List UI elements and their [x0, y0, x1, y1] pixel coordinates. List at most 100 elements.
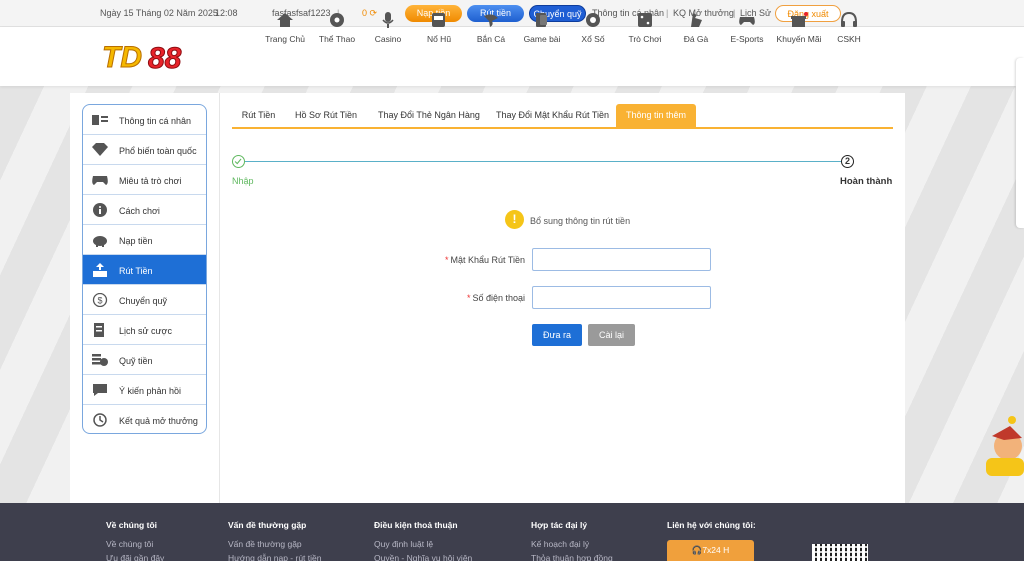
- nav-item-casino[interactable]: Casino: [369, 12, 407, 52]
- withdraw-password-input[interactable]: [532, 248, 711, 271]
- current-time: 12:08: [215, 8, 238, 18]
- sidebar-item-label: Rút Tiền: [119, 266, 153, 276]
- sidebar-item-feedback[interactable]: Ý kiến phản hồi: [83, 375, 206, 405]
- cards-icon: [536, 13, 547, 27]
- tab-underline: [232, 127, 893, 129]
- nav-item-home[interactable]: Trang Chủ: [263, 12, 307, 52]
- info-icon: [93, 203, 107, 217]
- step1-label: Nhập: [232, 176, 254, 186]
- sidebar-item-draw-results[interactable]: Kết quả mở thưởng: [83, 405, 206, 433]
- footer-link[interactable]: Hướng dẫn nạp - rút tiền: [228, 553, 321, 561]
- nav-label: Trò Chơi: [628, 34, 662, 44]
- nav-item-slots[interactable]: Nổ Hũ: [420, 12, 458, 52]
- sidebar-item-withdraw[interactable]: Rút Tiền: [83, 255, 206, 285]
- footer-link[interactable]: Về chúng tôi: [106, 539, 153, 549]
- sidebar-item-game-description[interactable]: Miêu tả trò chơi: [83, 165, 206, 195]
- hotline-button[interactable]: 🎧7x24 H: [667, 540, 754, 561]
- td88-logo[interactable]: TD 88: [100, 37, 195, 76]
- headset-icon: [841, 12, 857, 27]
- nav-label: E-Sports: [730, 34, 764, 44]
- piggy-bank-icon: [93, 236, 107, 247]
- panel-divider: [219, 93, 220, 503]
- footer-link[interactable]: Quy định luật lệ: [374, 539, 433, 549]
- withdraw-tabs: Rút Tiền Hồ Sơ Rút Tiền Thay Đổi Thẻ Ngâ…: [232, 104, 893, 128]
- nav-item-support[interactable]: CSKH: [834, 12, 864, 52]
- nav-label: Bắn Cá: [476, 34, 506, 44]
- footer-col1-title: Về chúng tôi: [106, 520, 157, 530]
- tab-more-info[interactable]: Thông tin thêm: [616, 104, 696, 127]
- tab-change-bank-card[interactable]: Thay Đổi Thẻ Ngân Hàng: [374, 104, 484, 127]
- sidebar-item-label: Chuyển quỹ: [119, 296, 168, 306]
- sidebar-item-label: Miêu tả trò chơi: [119, 176, 182, 186]
- side-floating-tab[interactable]: [1016, 58, 1024, 228]
- progress-line: [245, 161, 841, 162]
- sidebar-item-label: Quỹ tiền: [119, 356, 153, 366]
- fish-icon: [484, 14, 498, 27]
- rooster-icon: [691, 13, 702, 27]
- chat-bubble-icon: [93, 384, 107, 396]
- main-header: TD 88: [0, 27, 1024, 86]
- tab-withdraw[interactable]: Rút Tiền: [232, 104, 285, 127]
- notice-text: Bổ sung thông tin rút tiền: [530, 216, 631, 226]
- sidebar-item-deposit[interactable]: Nạp tiền: [83, 225, 206, 255]
- footer-col3-title: Điều kiện thoả thuận: [374, 520, 458, 530]
- nav-label: Casino: [374, 34, 402, 44]
- svg-text:TD: TD: [102, 41, 142, 74]
- nav-item-card-games[interactable]: Game bài: [521, 12, 563, 52]
- tab-change-withdraw-password[interactable]: Thay Đổi Mật Khẩu Rút Tiền: [496, 104, 609, 127]
- svg-text:$: $: [97, 296, 102, 306]
- footer-col5-title: Liên hệ với chúng tôi:: [667, 520, 756, 530]
- warning-icon: !: [505, 210, 524, 229]
- footer-link[interactable]: Thỏa thuận hợp đồng: [531, 553, 613, 561]
- nav-label: Trang Chủ: [265, 34, 305, 44]
- footer-col4-title: Hợp tác đại lý: [531, 520, 588, 530]
- current-date: Ngày 15 Tháng 02 Năm 2025: [100, 8, 218, 18]
- footer-link[interactable]: Quyền - Nghĩa vụ hội viên: [374, 553, 472, 561]
- slot-machine-icon: [432, 13, 445, 27]
- sidebar-item-funds[interactable]: Quỹ tiền: [83, 345, 206, 375]
- nav-item-esports[interactable]: E-Sports: [728, 12, 766, 52]
- sidebar-item-bet-history[interactable]: Lịch sử cược: [83, 315, 206, 345]
- sidebar-item-label: Ý kiến phản hồi: [119, 386, 182, 396]
- sidebar-item-national[interactable]: Phổ biến toàn quốc: [83, 135, 206, 165]
- nav-item-sports[interactable]: Thể Thao: [316, 12, 358, 52]
- nav-label: Game bài: [523, 34, 561, 44]
- sidebar-item-how-to-play[interactable]: Cách chơi: [83, 195, 206, 225]
- nav-label: Nổ Hũ: [426, 34, 452, 44]
- submit-button[interactable]: Đưa ra: [532, 324, 582, 346]
- nav-label: Thể Thao: [318, 34, 356, 44]
- phone-label: * Số điện thoại: [466, 293, 525, 303]
- sidebar-item-profile[interactable]: Thông tin cá nhân: [83, 105, 206, 135]
- home-icon: [277, 13, 293, 27]
- nav-item-cockfight[interactable]: Đá Gà: [680, 12, 712, 52]
- sidebar-item-label: Phổ biến toàn quốc: [119, 146, 197, 156]
- footer-link[interactable]: Ưu đãi gần đây: [106, 553, 164, 561]
- dice-icon: [638, 13, 652, 27]
- top-bar: Ngày 15 Tháng 02 Năm 2025 12:08 fasfasfs…: [0, 0, 1024, 27]
- nav-label: Đá Gà: [683, 34, 709, 44]
- reset-button[interactable]: Cài lại: [588, 324, 635, 346]
- history-clock-icon: [93, 413, 107, 427]
- nav-item-fishing[interactable]: Bắn Cá: [472, 12, 510, 52]
- promo-mascot-icon[interactable]: [982, 412, 1024, 482]
- step-complete-marker: [232, 155, 245, 168]
- sidebar-item-label: Thông tin cá nhân: [119, 116, 192, 126]
- lottery-ball-icon: [586, 13, 600, 27]
- footer-link[interactable]: Vấn đề thường gặp: [228, 539, 302, 549]
- money-stack-icon: [92, 354, 108, 366]
- nav-label: Xổ Số: [581, 34, 605, 44]
- divider: |: [666, 8, 669, 18]
- tab-withdraw-records[interactable]: Hồ Sơ Rút Tiền: [292, 104, 360, 127]
- phone-number-input[interactable]: [532, 286, 711, 309]
- sidebar-item-transfer[interactable]: $ Chuyển quỹ: [83, 285, 206, 315]
- soccer-ball-icon: [330, 13, 344, 27]
- id-card-icon: [92, 115, 108, 125]
- footer-link[interactable]: Kế hoạch đại lý: [531, 539, 589, 549]
- nav-item-promotions[interactable]: Khuyến Mãi: [775, 12, 823, 52]
- sidebar-item-label: Lịch sử cược: [119, 326, 172, 336]
- nav-item-games[interactable]: Trò Chơi: [625, 12, 665, 52]
- sidebar-item-label: Cách chơi: [119, 206, 160, 216]
- headset-icon: 🎧: [691, 545, 703, 555]
- nav-item-lottery[interactable]: Xổ Số: [576, 12, 610, 52]
- receipt-icon: [94, 323, 104, 337]
